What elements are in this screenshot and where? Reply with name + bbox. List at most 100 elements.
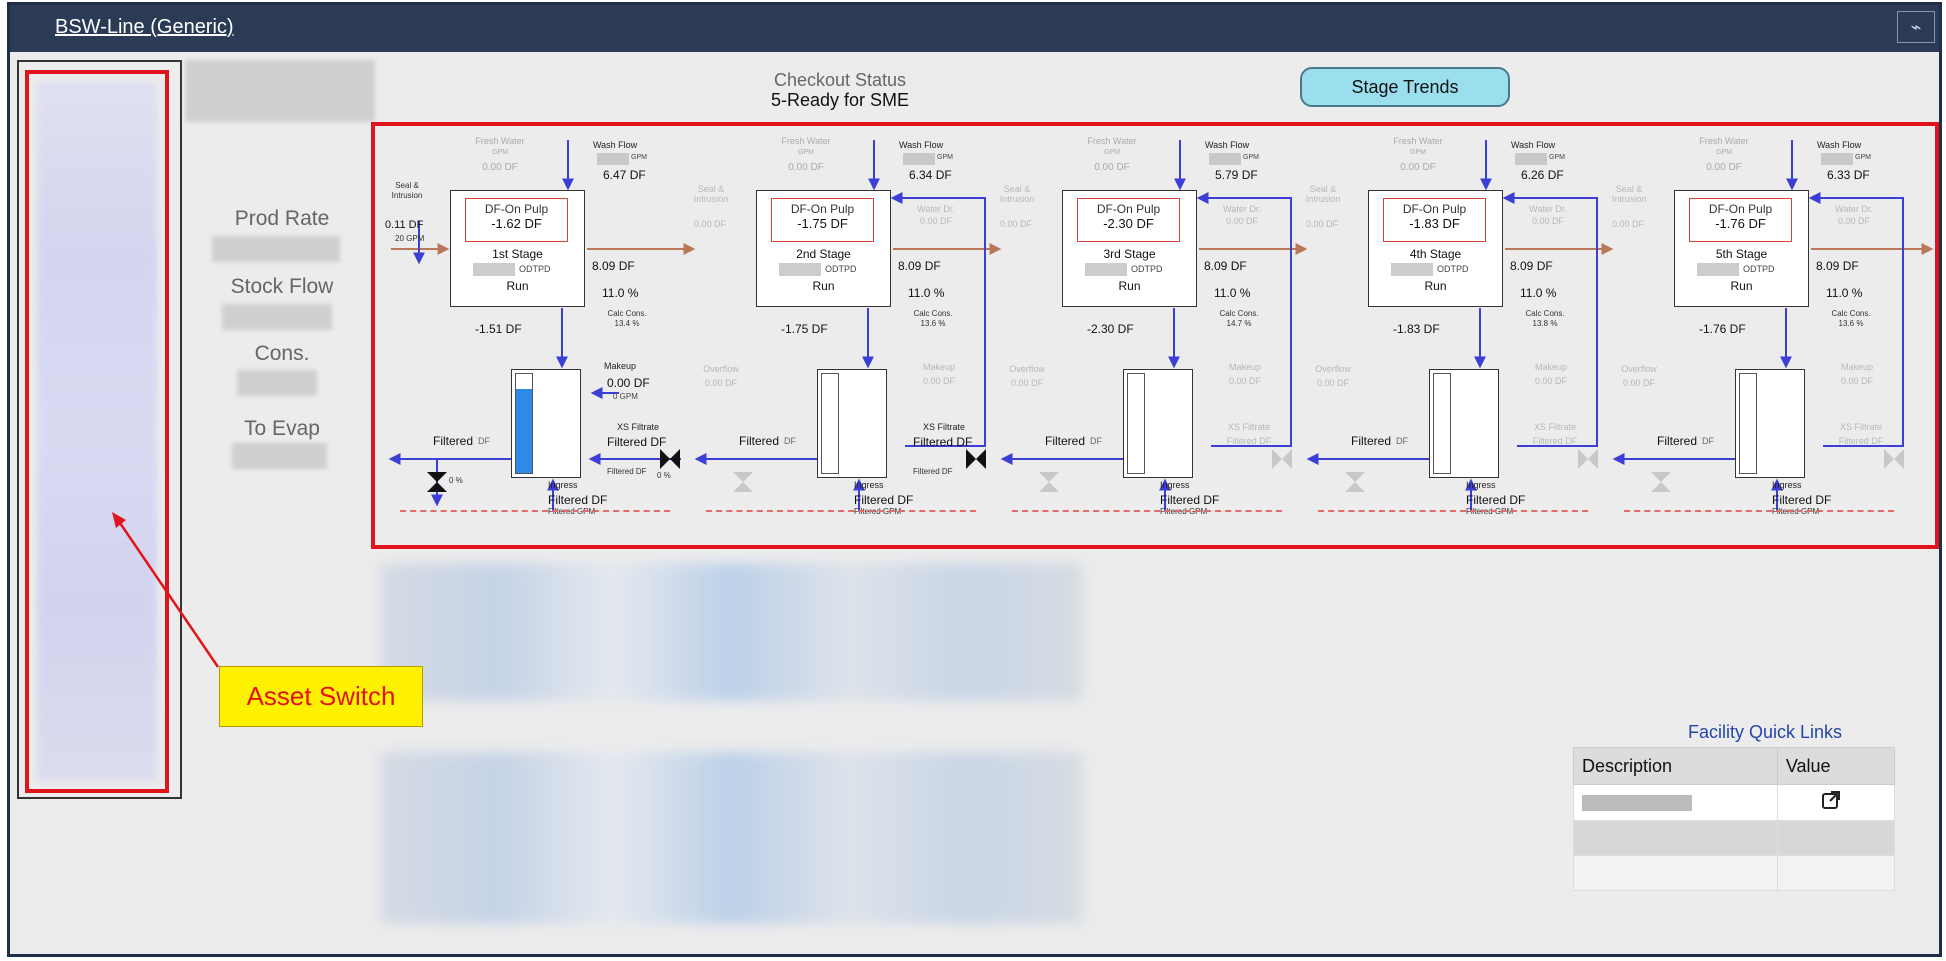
outlet-df: 8.09 DF bbox=[1510, 259, 1553, 273]
outlet-consistency: 11.0 % bbox=[1826, 286, 1863, 300]
filtered-label: Filtered bbox=[739, 434, 780, 448]
below-stage-df: -1.76 DF bbox=[1699, 322, 1746, 336]
below-stage-df: -2.30 DF bbox=[1087, 322, 1134, 336]
wash-flow-label: Wash Flow bbox=[899, 140, 944, 150]
fresh-water-df: 0.00 DF bbox=[1706, 162, 1742, 173]
df-on-pulp-value: -2.30 DF bbox=[1103, 216, 1154, 231]
makeup-label-faded: Makeup bbox=[1840, 362, 1874, 372]
wash-flow-gpm-redacted bbox=[1821, 153, 1853, 165]
filtered-df-unit: DF bbox=[1702, 436, 1714, 446]
outlet-df: 8.09 DF bbox=[898, 259, 941, 273]
stage-1: Fresh Water GPM 0.00 DF Wash Flow GPM 6.… bbox=[375, 126, 681, 545]
tank-level-gauge bbox=[821, 373, 839, 474]
stage-4: Fresh Water GPM 0.00 DF Wash Flow GPM 6.… bbox=[1293, 126, 1599, 545]
wash-flow-label: Wash Flow bbox=[1205, 140, 1250, 150]
link-description-redacted bbox=[1573, 784, 1778, 821]
stage-trends-button[interactable]: Stage Trends bbox=[1300, 67, 1510, 107]
wash-flow-unit: GPM bbox=[1549, 154, 1565, 161]
filtrate-tank[interactable] bbox=[817, 369, 887, 478]
run-status: Run bbox=[1730, 279, 1753, 293]
fresh-water-label: Fresh Water bbox=[475, 136, 525, 146]
fresh-water-unit: GPM bbox=[1104, 149, 1120, 156]
stage-box[interactable]: DF-On Pulp -2.30 DF 3rd Stage ODTPD Run bbox=[1062, 190, 1197, 307]
makeup-df-faded: 0.00 DF bbox=[922, 376, 955, 386]
outlet-consistency: 11.0 % bbox=[1520, 286, 1557, 300]
fresh-water-label: Fresh Water bbox=[781, 136, 831, 146]
overflow-label: Overflow bbox=[1009, 364, 1045, 374]
redacted-trend-chart-2[interactable] bbox=[380, 752, 1083, 924]
makeup-df-faded: 0.00 DF bbox=[1228, 376, 1261, 386]
below-stage-df: -1.83 DF bbox=[1393, 322, 1440, 336]
wash-flow-unit: GPM bbox=[937, 154, 953, 161]
calc-cons-label: Calc Cons. bbox=[607, 309, 647, 318]
wash-flow-gpm-redacted bbox=[597, 153, 629, 165]
fresh-water-label: Fresh Water bbox=[1699, 136, 1749, 146]
wash-flow-unit: GPM bbox=[631, 154, 647, 161]
asset-list-redacted[interactable] bbox=[37, 82, 157, 781]
value-header: Value bbox=[1776, 747, 1896, 785]
filtered-label: Filtered bbox=[1657, 434, 1698, 448]
ingress-filtered: Filtered DF bbox=[548, 493, 608, 507]
prod-rate-value-redacted bbox=[212, 236, 340, 262]
table-row[interactable] bbox=[1573, 784, 1896, 821]
stage-name: 5th Stage bbox=[1715, 247, 1768, 261]
odtpd-unit: ODTPD bbox=[1131, 264, 1163, 274]
table-row bbox=[1573, 855, 1896, 891]
df-on-pulp-value: -1.83 DF bbox=[1409, 216, 1460, 231]
water-dr-df: 0.00 DF bbox=[1837, 216, 1870, 226]
asset-switch-panel bbox=[17, 60, 182, 799]
external-link-icon[interactable] bbox=[1820, 789, 1842, 811]
xs-filtered-df: Filtered DF bbox=[913, 467, 953, 476]
calc-cons-value: 13.8 % bbox=[1532, 319, 1558, 328]
seal-intrusion-label-faded: Seal & Intrusion bbox=[693, 184, 729, 204]
stage-box[interactable]: DF-On Pulp -1.83 DF 4th Stage ODTPD Run bbox=[1368, 190, 1503, 307]
stage-box[interactable]: DF-On Pulp -1.75 DF 2nd Stage ODTPD Run bbox=[756, 190, 891, 307]
seal-intrusion-gpm: 20 GPM bbox=[395, 234, 425, 243]
wash-flow-label: Wash Flow bbox=[593, 140, 638, 150]
df-on-pulp-box: DF-On Pulp -2.30 DF bbox=[1077, 198, 1180, 242]
odtpd-unit: ODTPD bbox=[1437, 264, 1469, 274]
makeup-value: 0.00 DF bbox=[607, 376, 650, 390]
filtrate-tank[interactable] bbox=[1735, 369, 1805, 478]
outlet-df: 8.09 DF bbox=[1204, 259, 1247, 273]
stage-5: Fresh Water GPM 0.00 DF Wash Flow GPM 6.… bbox=[1599, 126, 1905, 545]
xs-filtrate-label: XS Filtrate bbox=[923, 422, 966, 432]
asset-title-link[interactable]: BSW-Line (Generic) bbox=[55, 16, 234, 39]
stage-box[interactable]: DF-On Pulp -1.62 DF 1st Stage ODTPD Run bbox=[450, 190, 585, 307]
odtpd-value-redacted bbox=[1391, 263, 1433, 276]
filtrate-tank[interactable] bbox=[1429, 369, 1499, 478]
makeup-df-faded: 0.00 DF bbox=[1840, 376, 1873, 386]
overflow-label: Overflow bbox=[703, 364, 739, 374]
ingress-filtered: Filtered DF bbox=[1772, 493, 1832, 507]
to-evap-value-redacted bbox=[232, 443, 327, 469]
seal-intrusion-label-faded: Seal & Intrusion bbox=[1611, 184, 1647, 204]
calc-cons-label: Calc Cons. bbox=[1525, 309, 1565, 318]
df-on-pulp-value: -1.76 DF bbox=[1715, 216, 1766, 231]
xs-filtered: Filtered DF bbox=[913, 435, 973, 449]
seal-intrusion-df-faded: 0.00 DF bbox=[1305, 219, 1338, 229]
fresh-water-unit: GPM bbox=[1716, 149, 1732, 156]
overflow-label: Overflow bbox=[1315, 364, 1351, 374]
filtrate-tank[interactable] bbox=[511, 369, 581, 478]
stage-box[interactable]: DF-On Pulp -1.76 DF 5th Stage ODTPD Run bbox=[1674, 190, 1809, 307]
outlet-consistency: 11.0 % bbox=[908, 286, 945, 300]
water-dr-label: Water Dr. bbox=[1529, 204, 1567, 214]
checkout-status-value: 5-Ready for SME bbox=[770, 90, 910, 110]
quick-links-table: Description Value bbox=[1573, 747, 1896, 891]
odtpd-unit: ODTPD bbox=[1743, 264, 1775, 274]
chart-icon[interactable]: ⌁ bbox=[1897, 11, 1935, 43]
calc-cons-label: Calc Cons. bbox=[913, 309, 953, 318]
outlet-df: 8.09 DF bbox=[1816, 259, 1859, 273]
redacted-trend-chart-1[interactable] bbox=[380, 563, 1083, 701]
below-stage-df: -1.75 DF bbox=[781, 322, 828, 336]
stage-dashed-separator bbox=[706, 510, 976, 512]
stage-name: 4th Stage bbox=[1409, 247, 1462, 261]
run-status: Run bbox=[1424, 279, 1447, 293]
overflow-df: 0.00 DF bbox=[1622, 378, 1655, 388]
water-dr-label: Water Dr. bbox=[917, 204, 955, 214]
filtered-label: Filtered bbox=[433, 434, 474, 448]
ingress-filtered: Filtered DF bbox=[1160, 493, 1220, 507]
filtrate-tank[interactable] bbox=[1123, 369, 1193, 478]
wash-flow-unit: GPM bbox=[1243, 154, 1259, 161]
xs-filtered: Filtered DF bbox=[607, 435, 667, 449]
